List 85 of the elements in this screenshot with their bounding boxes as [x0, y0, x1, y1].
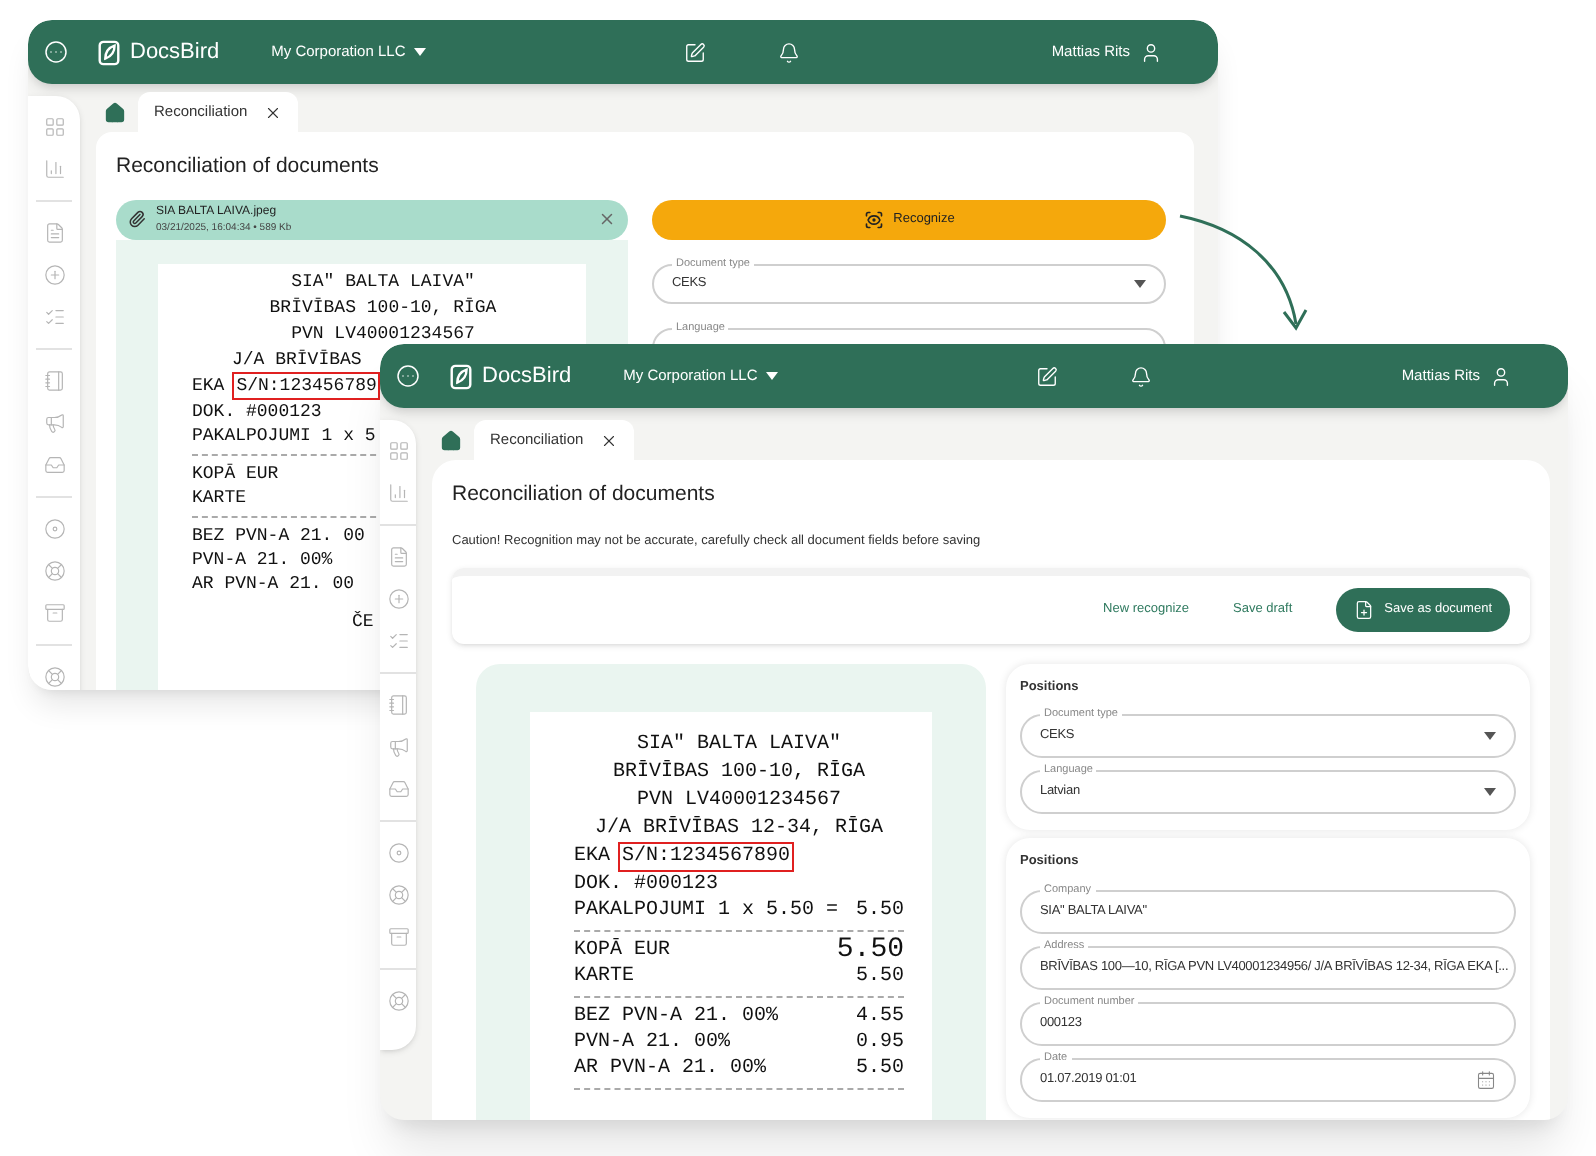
bell-icon[interactable] — [1130, 365, 1152, 387]
disc-icon[interactable] — [43, 518, 65, 540]
receipt-line: J/A BRĪVĪBAS 12-34, RĪGA — [594, 817, 884, 839]
checklist-icon[interactable] — [387, 630, 409, 652]
receipt-line: EKA — [192, 373, 225, 398]
document-icon[interactable] — [43, 222, 65, 244]
scan-icon — [863, 209, 884, 230]
receipt-line: PVN-A 21. 00% — [574, 1029, 731, 1055]
edit-icon[interactable] — [684, 41, 706, 63]
bar-chart-icon[interactable] — [387, 482, 409, 504]
user-icon[interactable] — [1140, 41, 1162, 63]
checklist-icon[interactable] — [43, 306, 65, 328]
receipt-amount: 5.50 — [836, 937, 904, 963]
receipt-line: DOK. #000123 — [192, 399, 322, 424]
app-name: DocsBird — [482, 361, 572, 392]
receipt-line: DOK. #000123 — [574, 871, 719, 897]
app-name: DocsBird — [130, 37, 220, 68]
receipt-amount: 5.50 — [855, 963, 904, 989]
paperclip-icon — [128, 210, 146, 229]
receipt-line: J/A BRĪVĪBAS — [232, 349, 362, 370]
caret-icon — [765, 372, 778, 380]
receipt-line: EKA — [574, 843, 611, 869]
receipt-line: SIA" BALTA LAIVA" — [636, 733, 842, 755]
receipt-line: AR PVN-A 21. 00 — [192, 571, 355, 596]
receipt-line: PAKALPOJUMI 1 x 5 — [192, 423, 376, 448]
home-icon[interactable] — [440, 430, 462, 452]
plus-circle-icon[interactable] — [43, 264, 65, 286]
megaphone-icon[interactable] — [43, 412, 65, 434]
support-icon[interactable] — [43, 666, 65, 688]
archive-icon[interactable] — [43, 602, 65, 624]
disc-icon[interactable] — [387, 842, 409, 864]
receipt-line: PVN-A 21. 00% — [192, 547, 333, 572]
curved-arrow — [1179, 214, 1308, 331]
logo-icon — [448, 363, 474, 389]
bell-icon[interactable] — [778, 41, 800, 63]
calendar-icon[interactable] — [1476, 1070, 1496, 1090]
receipt-line: KARTE — [574, 963, 635, 989]
receipt-line: ČE — [352, 611, 374, 632]
page-title: Reconciliation of documents — [452, 480, 717, 510]
caret-icon — [1484, 788, 1496, 797]
receipt-line: PVN LV40001234567 — [291, 323, 475, 344]
inbox-icon[interactable] — [387, 778, 409, 800]
caret-icon — [1134, 279, 1146, 288]
receipt-line: KOPĀ EUR — [574, 937, 671, 963]
receipt-line: BEZ PVN-A 21. 00 — [192, 523, 365, 548]
highlighted-serial: S/N:1234567890 — [618, 841, 795, 871]
receipt-line: KOPĀ EUR — [192, 461, 279, 486]
receipt-amount: 0.95 — [855, 1029, 904, 1055]
file-plus-icon — [1354, 599, 1375, 619]
receipt-line: BRĪVĪBAS 100-10, RĪGA — [269, 297, 497, 318]
notebook-icon[interactable] — [387, 694, 409, 716]
bar-chart-icon[interactable] — [43, 158, 65, 180]
receipt-amount: 5.50 — [855, 897, 904, 923]
receipt-line: PAKALPOJUMI 1 x 5.50 = — [574, 897, 839, 923]
notebook-icon[interactable] — [43, 370, 65, 392]
receipt-amount: 4.55 — [855, 1003, 904, 1029]
support-icon[interactable] — [387, 990, 409, 1012]
grid-icon[interactable] — [387, 440, 409, 462]
lifebuoy-icon[interactable] — [43, 560, 65, 582]
logo-icon — [96, 39, 122, 65]
inbox-icon[interactable] — [43, 454, 65, 476]
megaphone-icon[interactable] — [387, 736, 409, 758]
caret-icon — [1484, 732, 1496, 741]
receipt-line: BRĪVĪBAS 100-10, RĪGA — [612, 761, 866, 783]
caret-icon — [413, 48, 426, 56]
user-icon[interactable] — [1490, 365, 1512, 387]
receipt-line: BEZ PVN-A 21. 00% — [574, 1003, 779, 1029]
receipt-line: PVN LV40001234567 — [636, 789, 842, 811]
home-icon[interactable] — [104, 102, 126, 124]
edit-icon[interactable] — [1036, 365, 1058, 387]
receipt-amount: 5.50 — [855, 1055, 904, 1081]
highlighted-serial: S/N:123456789 — [232, 371, 381, 400]
receipt-line: KARTE — [192, 485, 247, 510]
close-icon[interactable] — [263, 103, 282, 121]
grid-icon[interactable] — [43, 116, 65, 138]
archive-icon[interactable] — [387, 926, 409, 948]
page-title: Reconciliation of documents — [116, 152, 381, 182]
receipt-line: SIA" BALTA LAIVA" — [291, 271, 475, 292]
lifebuoy-icon[interactable] — [387, 884, 409, 906]
menu-icon[interactable] — [44, 40, 68, 64]
plus-circle-icon[interactable] — [387, 588, 409, 610]
close-icon[interactable] — [599, 431, 618, 449]
document-icon[interactable] — [387, 546, 409, 568]
menu-icon[interactable] — [396, 364, 420, 388]
receipt-line: AR PVN-A 21. 00% — [574, 1055, 767, 1081]
